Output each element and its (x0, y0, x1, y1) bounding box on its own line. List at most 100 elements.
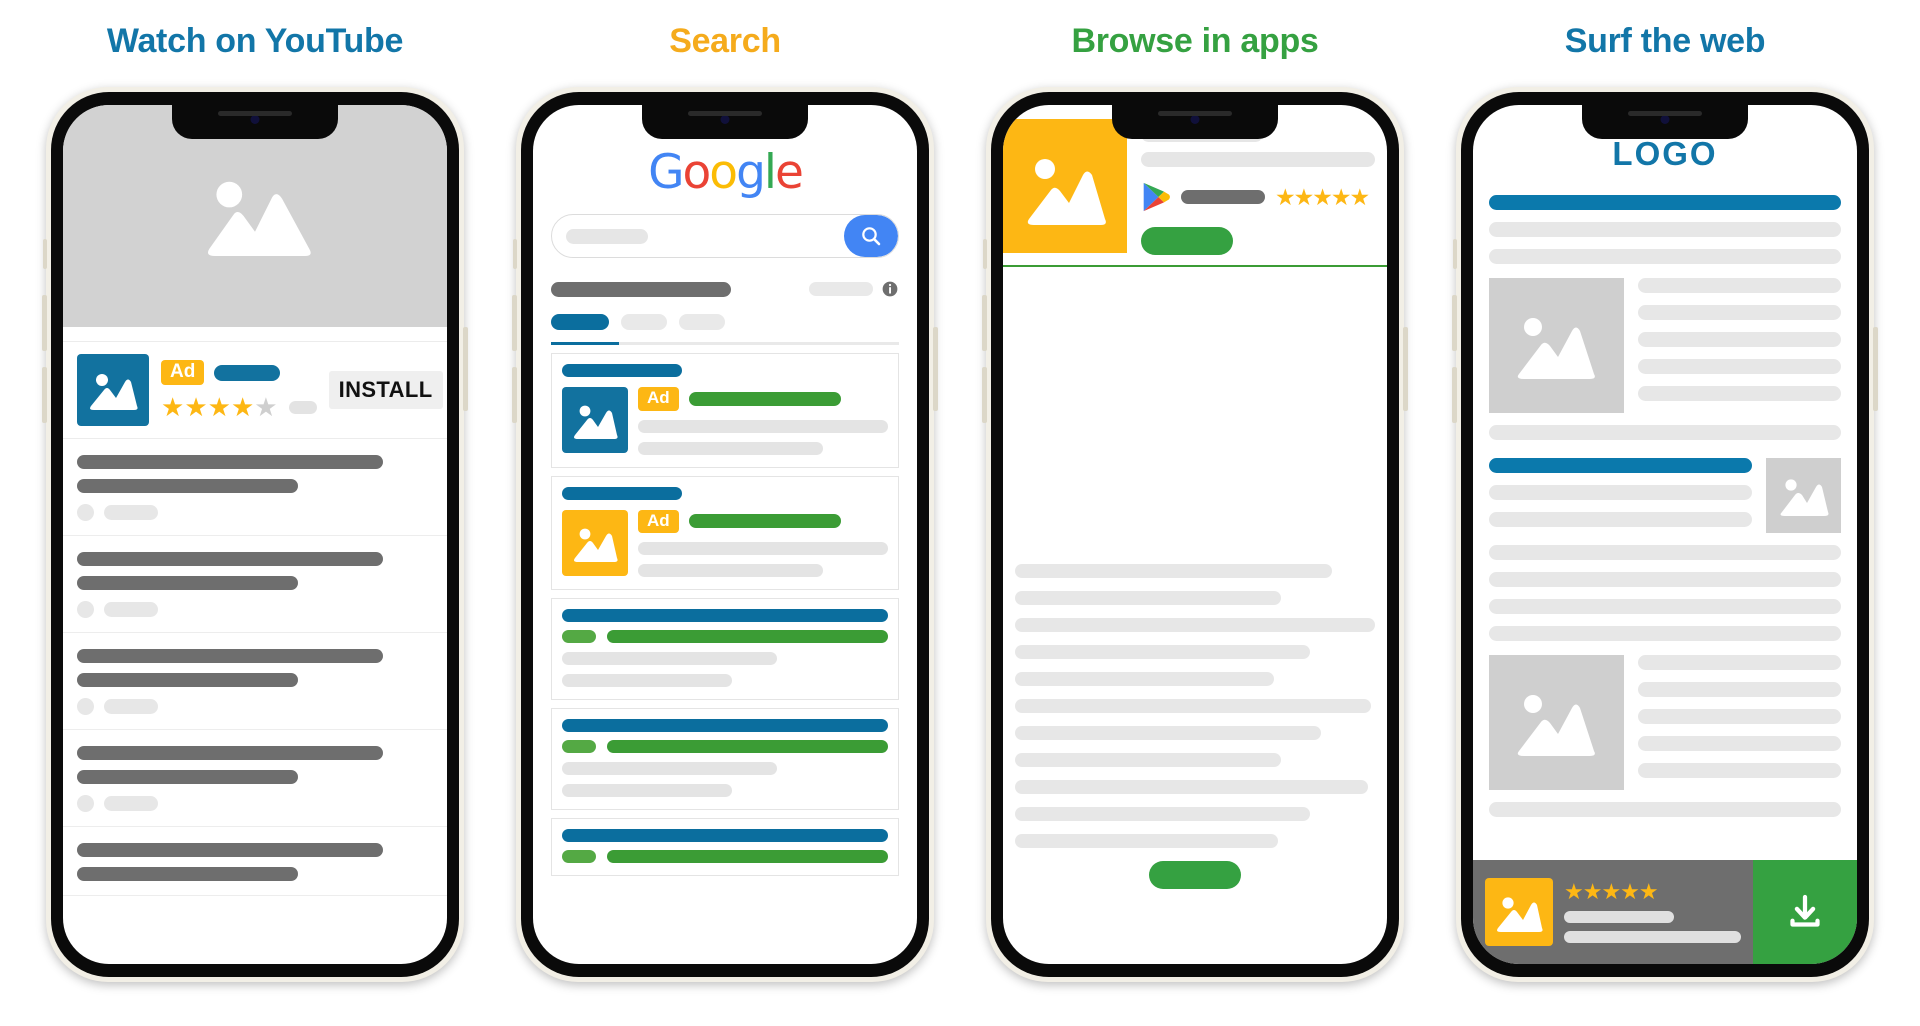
text-line (1638, 709, 1841, 724)
text-line (1015, 807, 1311, 821)
mute-switch[interactable] (513, 239, 517, 269)
volume-up-button[interactable] (42, 295, 47, 351)
text-line (1638, 386, 1841, 401)
volume-up-button[interactable] (1452, 295, 1457, 351)
phone-screen-search: Google Ad Ad (533, 105, 917, 964)
banner-app-icon (1485, 878, 1553, 946)
panel-title-apps: Browse in apps (1071, 22, 1319, 60)
list-item-caption (104, 602, 158, 617)
rating-stars: ★★★★★ (161, 392, 278, 423)
google-play-icon (1143, 182, 1170, 212)
mute-switch[interactable] (983, 239, 987, 269)
power-button[interactable] (1403, 327, 1408, 411)
list-item-caption (104, 796, 158, 811)
search-tabs (551, 314, 899, 330)
text-line (1489, 485, 1752, 500)
download-button[interactable] (1753, 860, 1857, 964)
volume-down-button[interactable] (42, 367, 47, 423)
ad-badge: Ad (638, 509, 679, 534)
phone-bezel: ★★★★★ (991, 92, 1399, 977)
volume-down-button[interactable] (1452, 367, 1457, 423)
ad-result-card[interactable]: Ad (551, 475, 899, 591)
article-with-image (1489, 655, 1841, 790)
list-item-avatar (77, 601, 94, 618)
url-placeholder (607, 740, 888, 754)
organic-result-card[interactable] (551, 598, 899, 701)
rating-count-placeholder (288, 400, 317, 414)
power-button[interactable] (933, 327, 938, 411)
volume-up-button[interactable] (982, 295, 987, 351)
text-line (1015, 564, 1332, 578)
list-item[interactable] (63, 827, 447, 896)
text-line (1489, 802, 1841, 817)
tab-active-indicator (551, 342, 619, 345)
developer-placeholder (1181, 190, 1265, 204)
install-cta-button[interactable] (1141, 227, 1233, 255)
image-placeholder-icon (180, 166, 330, 266)
snippet-line (638, 564, 823, 578)
volume-down-button[interactable] (982, 367, 987, 423)
text-line (1489, 599, 1841, 614)
headline-bar (1489, 195, 1841, 210)
snippet-line (638, 441, 823, 455)
earpiece-speaker (1158, 111, 1232, 116)
mute-switch[interactable] (43, 239, 47, 269)
volume-up-button[interactable] (512, 295, 517, 351)
primary-action-button[interactable] (1149, 861, 1241, 889)
info-icon[interactable] (881, 280, 899, 298)
app-install-banner[interactable]: ★★★★★ (1473, 860, 1857, 964)
tab-all[interactable] (551, 314, 609, 330)
panel-youtube: Watch on YouTube Ad ★ ★ ★ ★ ★ INSTALL (40, 0, 470, 982)
url-placeholder (607, 630, 888, 644)
phone-device-apps: ★★★★★ (982, 87, 1408, 982)
result-title-placeholder (562, 609, 888, 623)
rating-stars: ★★★★★ (1564, 879, 1659, 904)
snippet-line (638, 419, 888, 433)
rating-stars: ★★★★★ (1275, 183, 1370, 210)
search-results: Ad Ad (551, 353, 899, 877)
text-line (1638, 763, 1841, 778)
power-button[interactable] (463, 327, 468, 411)
phone-showcase: Watch on YouTube Ad ★ ★ ★ ★ ★ INSTALL Se… (0, 0, 1920, 1026)
organic-result-card[interactable] (551, 818, 899, 877)
tab-images[interactable] (621, 314, 667, 330)
list-item-avatar (77, 698, 94, 715)
query-meta-placeholder (809, 282, 873, 296)
search-button[interactable] (844, 215, 898, 257)
snippet-line (562, 674, 732, 688)
volume-down-button[interactable] (512, 367, 517, 423)
text-line (1015, 645, 1311, 659)
install-button[interactable]: INSTALL (328, 371, 443, 409)
list-item[interactable] (63, 536, 447, 633)
text-line (1015, 780, 1368, 794)
text-line (1489, 545, 1841, 560)
organic-result-card[interactable] (551, 708, 899, 811)
list-item[interactable] (63, 633, 447, 730)
site-logo[interactable]: LOGO (1489, 135, 1841, 173)
article-text-column (1638, 278, 1841, 413)
website-content: LOGO (1473, 105, 1857, 817)
list-item[interactable] (63, 439, 447, 536)
earpiece-speaker (688, 111, 762, 116)
result-title-placeholder (562, 829, 888, 843)
search-input[interactable] (552, 228, 844, 244)
text-line (1015, 591, 1282, 605)
tab-news[interactable] (679, 314, 725, 330)
ad-url-placeholder (688, 391, 841, 406)
tab-underline (551, 342, 899, 345)
power-button[interactable] (1873, 327, 1878, 411)
mute-switch[interactable] (1453, 239, 1457, 269)
panel-web: Surf the web LOGO ★★★★★ (1450, 0, 1880, 982)
article-body (1003, 550, 1387, 889)
result-title-placeholder (562, 364, 682, 377)
panel-apps: Browse in apps ★★★★★ (980, 0, 1410, 982)
text-line (1638, 332, 1841, 347)
search-bar[interactable] (551, 214, 899, 258)
phone-bezel: LOGO ★★★★★ (1461, 92, 1869, 977)
ad-result-card[interactable]: Ad (551, 353, 899, 468)
panel-title-youtube: Watch on YouTube (106, 22, 404, 60)
text-line (1564, 931, 1741, 943)
text-line (1015, 618, 1375, 632)
app-install-ad-row[interactable]: Ad ★ ★ ★ ★ ★ INSTALL (63, 341, 447, 439)
list-item[interactable] (63, 730, 447, 827)
